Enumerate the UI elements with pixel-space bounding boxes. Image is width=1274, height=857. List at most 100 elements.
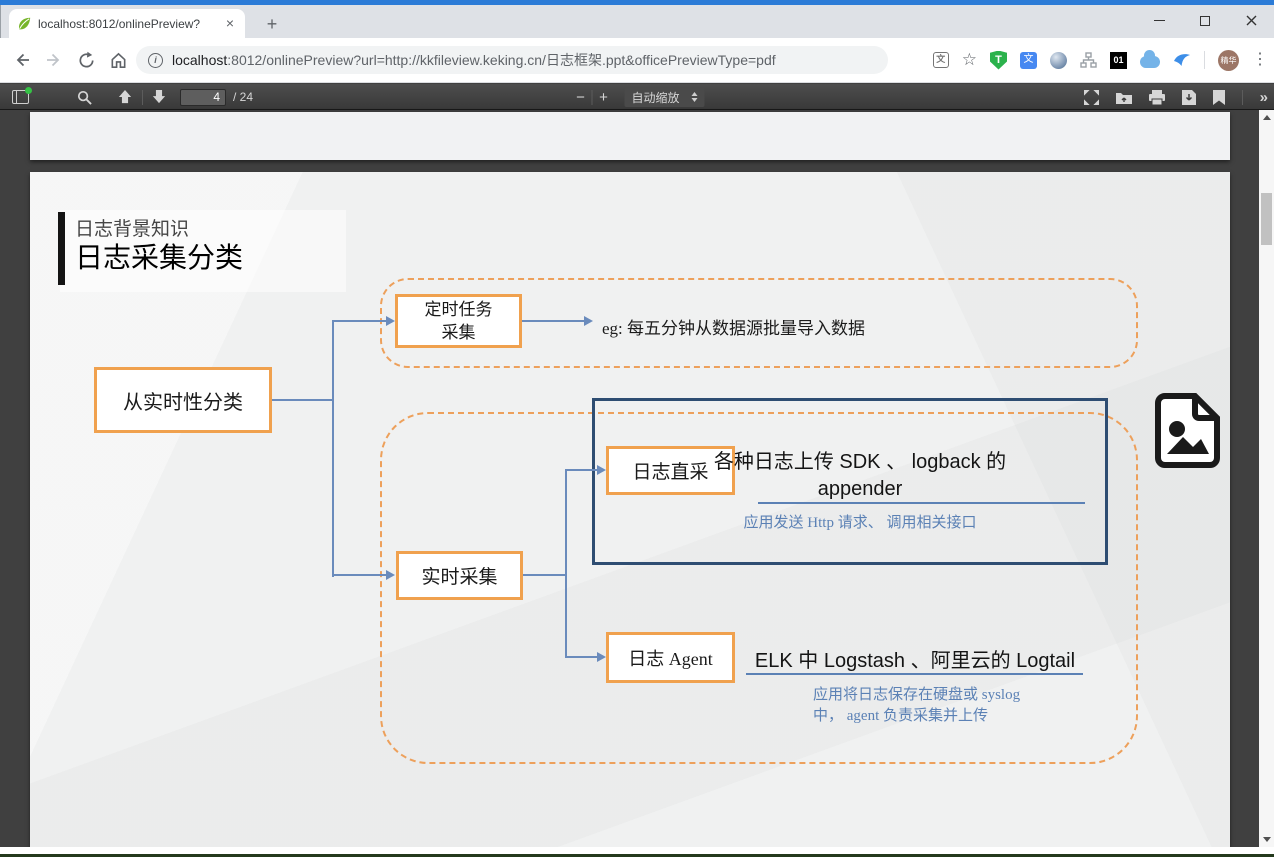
pdf-toolbar: / 24 − + 自动缩放 » bbox=[0, 84, 1274, 110]
connector-line bbox=[332, 321, 334, 577]
page-count-label: / 24 bbox=[233, 90, 253, 104]
new-tab-button[interactable]: + bbox=[259, 13, 285, 35]
print-icon[interactable] bbox=[1149, 90, 1165, 105]
connector-line bbox=[565, 469, 567, 657]
search-icon[interactable] bbox=[77, 90, 92, 105]
scrollbar-up-button[interactable] bbox=[1259, 110, 1274, 125]
back-button[interactable] bbox=[6, 44, 38, 76]
01-badge-extension-icon[interactable]: 01 bbox=[1110, 52, 1127, 69]
page-down-icon[interactable] bbox=[152, 90, 166, 104]
node-realtime-collect: 实时采集 bbox=[396, 551, 523, 600]
node-realtime-label: 实时采集 bbox=[421, 562, 497, 589]
proxy-sitemap-extension-icon[interactable] bbox=[1080, 52, 1097, 69]
zoom-in-button[interactable]: + bbox=[592, 89, 614, 106]
page-info-icon[interactable]: i bbox=[148, 53, 163, 68]
arrowhead bbox=[386, 316, 395, 326]
cloud-extension-icon[interactable] bbox=[1140, 56, 1160, 68]
spring-leaf-favicon bbox=[16, 16, 32, 32]
connector-line bbox=[523, 574, 565, 576]
url-text: localhost:8012/onlinePreview?url=http://… bbox=[172, 50, 776, 70]
toolbar-right-icons: 文 ☆ T 文 01 精华 ⋮ bbox=[900, 50, 1268, 71]
address-bar[interactable]: i localhost:8012/onlinePreview?url=http:… bbox=[136, 46, 888, 74]
profile-avatar[interactable]: 精华 bbox=[1218, 50, 1239, 71]
scrollbar-thumb[interactable] bbox=[1261, 193, 1272, 245]
close-button[interactable] bbox=[1228, 3, 1274, 38]
node-scheduled-collect: 定时任务 采集 bbox=[395, 294, 522, 348]
agent-title-underline bbox=[746, 673, 1083, 675]
connector-line bbox=[332, 574, 386, 576]
toolbar-divider bbox=[1204, 51, 1205, 69]
minimize-button[interactable] bbox=[1136, 3, 1182, 38]
scheduled-example-text: eg: 每五分钟从数据源批量导入数据 bbox=[602, 311, 1042, 347]
presentation-mode-icon[interactable] bbox=[1084, 90, 1099, 105]
chrome-menu-icon[interactable]: ⋮ bbox=[1252, 52, 1268, 68]
agent-description: 应用将日志保存在硬盘或 syslog 中， agent 负责采集并上传 bbox=[813, 685, 1183, 727]
open-file-icon[interactable] bbox=[1116, 90, 1132, 105]
node-root-label: 从实时性分类 bbox=[123, 386, 243, 415]
direct-title-line2: appender bbox=[625, 476, 1095, 503]
connector-line bbox=[332, 320, 386, 322]
download-icon[interactable] bbox=[1182, 90, 1196, 105]
window-controls bbox=[1136, 3, 1274, 38]
node-agent-label: 日志 Agent bbox=[628, 645, 713, 671]
arrowhead bbox=[584, 316, 593, 326]
dropdown-arrows-icon bbox=[692, 92, 698, 102]
close-icon bbox=[1246, 15, 1257, 26]
maximize-button[interactable] bbox=[1182, 3, 1228, 38]
direct-collect-title: 各种日志上传 SDK 、 logback 的 appender bbox=[625, 449, 1095, 503]
page-number-input[interactable] bbox=[180, 89, 226, 106]
sidebar-toggle-icon[interactable] bbox=[12, 90, 29, 104]
more-tools-icon[interactable]: » bbox=[1260, 89, 1268, 106]
arrowhead bbox=[386, 570, 395, 580]
direct-collect-description: 应用发送 Http 请求、 调用相关接口 bbox=[625, 511, 1095, 532]
titlebar: localhost:8012/onlinePreview? × + bbox=[0, 5, 1274, 38]
page-up-icon[interactable] bbox=[118, 90, 132, 104]
node-root: 从实时性分类 bbox=[94, 367, 272, 433]
pdf-toolbar-left: / 24 bbox=[0, 84, 253, 110]
google-translate-extension-icon[interactable]: 文 bbox=[1020, 52, 1037, 69]
browser-window: localhost:8012/onlinePreview? × + i loca… bbox=[0, 0, 1274, 857]
connector-line bbox=[565, 656, 597, 658]
zoom-out-button[interactable]: − bbox=[569, 89, 591, 106]
node-scheduled-label-line2: 采集 bbox=[442, 321, 476, 344]
bookmark-star-icon[interactable]: ☆ bbox=[962, 52, 977, 68]
node-log-agent: 日志 Agent bbox=[606, 632, 735, 683]
pdf-toolbar-right: » bbox=[1084, 84, 1268, 110]
reload-icon bbox=[77, 51, 96, 70]
bird-extension-icon[interactable] bbox=[1173, 52, 1191, 68]
reload-button[interactable] bbox=[70, 44, 102, 76]
sidebar-notification-dot bbox=[25, 87, 32, 94]
forward-icon bbox=[44, 50, 64, 70]
window-bottom-strip bbox=[0, 847, 1274, 854]
back-icon bbox=[12, 50, 32, 70]
title-accent-bar bbox=[58, 212, 65, 285]
adblock-shield-extension-icon[interactable]: T bbox=[990, 51, 1007, 70]
bookmark-icon[interactable] bbox=[1213, 90, 1225, 105]
arrowhead bbox=[597, 465, 606, 475]
direct-title-underline bbox=[758, 502, 1085, 504]
agent-title: ELK 中 Logstash 、阿里云的 Logtail bbox=[685, 644, 1145, 673]
zoom-mode-dropdown[interactable]: 自动缩放 bbox=[624, 88, 704, 107]
minimize-icon bbox=[1154, 20, 1165, 21]
connector-line bbox=[565, 469, 597, 471]
scrollbar-down-button[interactable] bbox=[1259, 832, 1274, 847]
pdf-page-4-slide: 日志背景知识 日志采集分类 从实时性分类 定时任务 采集 实时采集 日志直采 日… bbox=[30, 172, 1230, 847]
tab-close-icon[interactable]: × bbox=[222, 16, 238, 32]
direct-title-line1: 各种日志上传 SDK 、 logback 的 bbox=[625, 449, 1095, 476]
scroll-up-icon bbox=[1263, 115, 1271, 120]
home-button[interactable] bbox=[102, 44, 134, 76]
slide-title: 日志采集分类 bbox=[75, 236, 243, 276]
translate-icon[interactable]: 文 bbox=[933, 52, 949, 68]
agent-desc-line2: 中， agent 负责采集并上传 bbox=[813, 706, 1183, 727]
url-host: localhost bbox=[172, 52, 227, 68]
browser-tab[interactable]: localhost:8012/onlinePreview? × bbox=[9, 9, 245, 38]
pdf-page-3-bottom bbox=[30, 112, 1230, 160]
vertical-scrollbar[interactable] bbox=[1259, 110, 1274, 847]
maximize-icon bbox=[1200, 16, 1210, 26]
swirl-extension-icon[interactable] bbox=[1050, 52, 1067, 69]
pdf-toolbar-center: − + 自动缩放 bbox=[569, 84, 704, 110]
node-scheduled-label-line1: 定时任务 bbox=[425, 298, 493, 321]
url-path: :8012/onlinePreview?url=http://kkfilevie… bbox=[227, 52, 775, 68]
forward-button[interactable] bbox=[38, 44, 70, 76]
connector-line bbox=[522, 320, 584, 322]
